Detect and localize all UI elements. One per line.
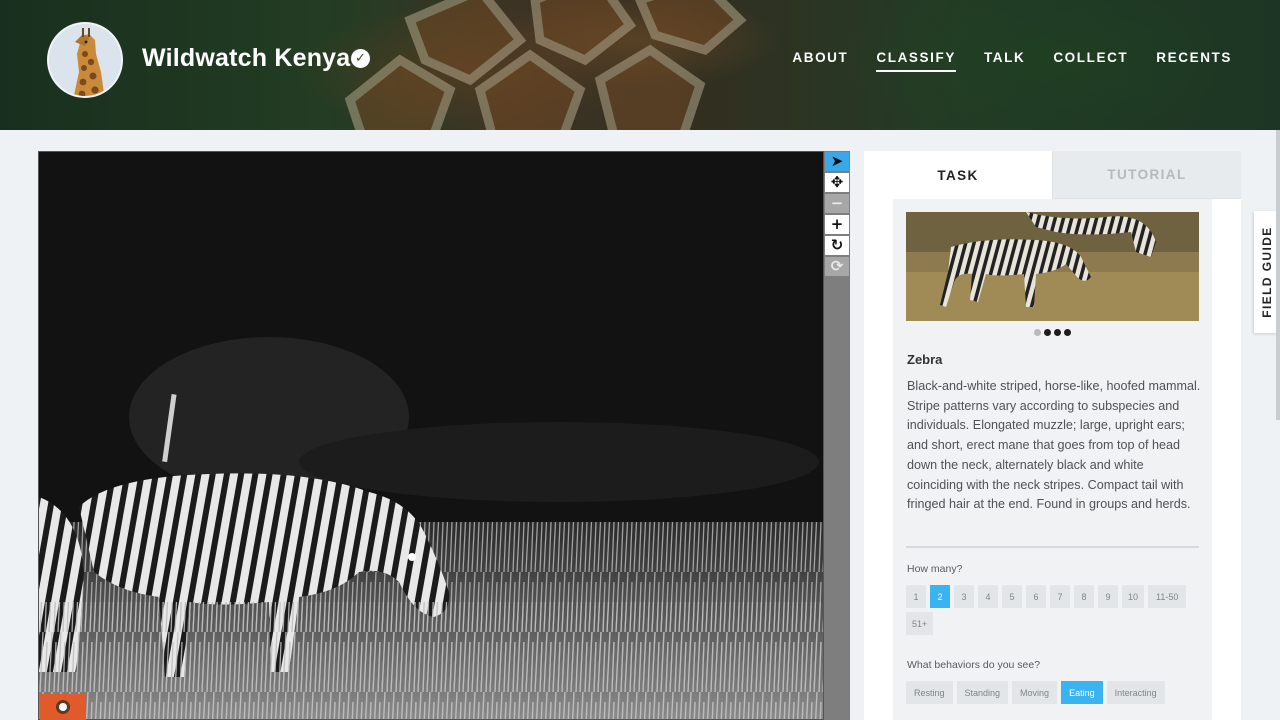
behavior-chip[interactable]: Eating [1061,681,1103,704]
count-chip[interactable]: 7 [1050,585,1070,608]
count-chip[interactable]: 9 [1098,585,1118,608]
nav-recents[interactable]: RECENTS [1156,50,1232,72]
count-chip[interactable]: 1 [906,585,926,608]
species-name: Zebra [907,352,943,367]
how-many-options: 1 2 3 4 5 6 7 8 9 10 11-50 51+ [906,585,1196,635]
rotate-icon[interactable]: ↻ [825,236,849,255]
nav-talk[interactable]: TALK [984,50,1025,72]
nav-collect[interactable]: COLLECT [1053,50,1128,72]
count-chip[interactable]: 8 [1074,585,1094,608]
species-photo [906,212,1199,321]
reset-icon[interactable]: ⟳ [825,257,849,276]
zoom-in-icon[interactable]: + [825,215,849,234]
subject-image [39,152,823,719]
project-header: Wildwatch Kenya ✓ ABOUT CLASSIFY TALK CO… [0,0,1280,130]
behavior-chip[interactable]: Resting [906,681,953,704]
task-panel: TASK TUTORIAL Zebra Black-and-white stri… [864,151,1241,720]
page-scrollbar[interactable] [1276,130,1280,420]
main-nav: ABOUT CLASSIFY TALK COLLECT RECENTS [792,50,1232,72]
nav-classify[interactable]: CLASSIFY [876,50,956,72]
count-chip[interactable]: 5 [1002,585,1022,608]
check-circle-icon: ✓ [351,49,370,68]
panel-tabs: TASK TUTORIAL [864,151,1241,199]
tab-tutorial[interactable]: TUTORIAL [1052,151,1241,199]
carousel-dot[interactable] [1034,329,1041,336]
count-chip[interactable]: 6 [1026,585,1046,608]
how-many-label: How many? [907,563,963,575]
count-chip[interactable]: 4 [978,585,998,608]
tab-task[interactable]: TASK [864,151,1052,199]
zoom-out-icon[interactable]: − [825,194,849,213]
carousel-dot[interactable] [1044,329,1051,336]
count-chip[interactable]: 51+ [906,612,934,635]
move-icon[interactable]: ✥ [825,173,849,192]
species-description: Black-and-white striped, horse-like, hoo… [907,379,1201,512]
project-title[interactable]: Wildwatch Kenya [142,44,350,73]
field-guide-label: FIELD GUIDE [1260,226,1274,318]
behaviors-label: What behaviors do you see? [907,659,1041,671]
count-chip[interactable]: 3 [954,585,974,608]
metadata-button[interactable] [40,694,86,720]
count-chip[interactable]: 10 [1122,585,1145,608]
carousel-dot[interactable] [1054,329,1061,336]
viewer-toolbar: ➤ ✥ − + ↻ ⟳ [824,151,850,720]
info-icon [56,700,70,714]
species-image-carousel[interactable] [906,212,1199,321]
carousel-dots [1034,329,1071,336]
pointer-icon[interactable]: ➤ [825,152,849,171]
behavior-options: Resting Standing Moving Eating Interacting [906,681,1196,704]
behavior-chip[interactable]: Moving [1012,681,1058,704]
count-chip[interactable]: 2 [930,585,950,608]
count-chip[interactable]: 11-50 [1148,585,1187,608]
nav-about[interactable]: ABOUT [792,50,848,72]
behavior-chip[interactable]: Standing [956,681,1009,704]
task-body: Zebra Black-and-white striped, horse-lik… [893,199,1212,720]
carousel-dot[interactable] [1064,329,1071,336]
divider [906,546,1199,548]
subject-image-viewer[interactable] [38,151,824,720]
project-avatar[interactable] [47,22,123,98]
behavior-chip[interactable]: Interacting [1106,681,1165,704]
